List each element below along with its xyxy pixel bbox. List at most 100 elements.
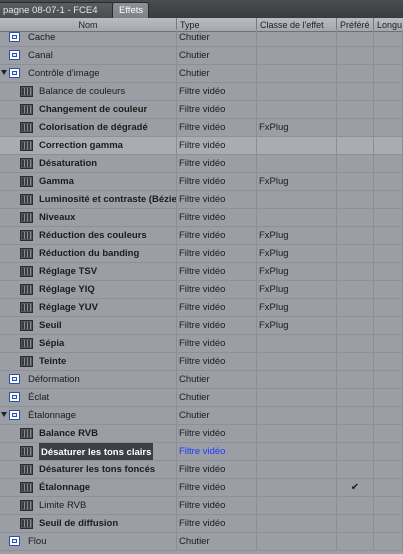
item-name-cell: Réglage YUV <box>0 299 177 316</box>
item-length-cell <box>374 317 403 334</box>
item-favorite-cell[interactable] <box>337 83 374 100</box>
tab-project[interactable]: pagne 08-07-1 - FCE4 <box>0 2 114 18</box>
item-favorite-cell[interactable] <box>337 533 374 550</box>
item-label: Limite RVB <box>39 500 87 511</box>
video-filter-icon <box>20 356 33 367</box>
item-favorite-cell[interactable] <box>337 389 374 406</box>
tab-effects[interactable]: Effets <box>112 2 149 18</box>
item-favorite-cell[interactable] <box>337 101 374 118</box>
list-item[interactable]: Réduction du banding Filtre vidéo FxPlug <box>0 245 403 263</box>
item-favorite-cell[interactable]: ✔ <box>337 479 374 496</box>
bin-icon <box>9 392 20 402</box>
disclosure-triangle-icon[interactable] <box>1 70 7 75</box>
list-item[interactable]: Limite RVB Filtre vidéo <box>0 497 403 515</box>
list-item[interactable]: Flou Chutier <box>0 533 403 551</box>
item-favorite-cell[interactable] <box>337 317 374 334</box>
item-effect-class-cell <box>257 371 337 388</box>
list-item[interactable]: Désaturation Filtre vidéo <box>0 155 403 173</box>
item-label: Désaturer les tons foncés <box>39 464 156 475</box>
list-item[interactable]: Teinte Filtre vidéo <box>0 353 403 371</box>
item-favorite-cell[interactable] <box>337 227 374 244</box>
item-favorite-cell[interactable] <box>337 371 374 388</box>
item-favorite-cell[interactable] <box>337 209 374 226</box>
item-type-cell: Filtre vidéo <box>177 317 257 334</box>
item-favorite-cell[interactable] <box>337 353 374 370</box>
item-type-cell: Chutier <box>177 47 257 64</box>
bin-icon <box>9 50 20 60</box>
video-filter-icon <box>20 212 33 223</box>
list-item[interactable]: Désaturer les tons foncés Filtre vidéo <box>0 461 403 479</box>
list-item[interactable]: Canal Chutier <box>0 47 403 65</box>
item-name-cell: Changement de couleur <box>0 101 177 118</box>
list-item[interactable]: Réglage YUV Filtre vidéo FxPlug <box>0 299 403 317</box>
item-favorite-cell[interactable] <box>337 335 374 352</box>
list-item[interactable]: Niveaux Filtre vidéo <box>0 209 403 227</box>
item-favorite-cell[interactable] <box>337 155 374 172</box>
list-item[interactable]: Cache Chutier <box>0 29 403 47</box>
list-item[interactable]: Sépia Filtre vidéo <box>0 335 403 353</box>
item-type-cell: Filtre vidéo <box>177 263 257 280</box>
list-item[interactable]: Seuil de diffusion Filtre vidéo <box>0 515 403 533</box>
item-favorite-cell[interactable] <box>337 263 374 280</box>
item-effect-class-cell <box>257 155 337 172</box>
list-item[interactable]: Gamma Filtre vidéo FxPlug <box>0 173 403 191</box>
video-filter-icon <box>20 176 33 187</box>
item-type-cell: Filtre vidéo <box>177 155 257 172</box>
item-label: Désaturation <box>39 158 98 169</box>
list-item[interactable]: Réduction des couleurs Filtre vidéo FxPlug <box>0 227 403 245</box>
item-label: Réduction du banding <box>39 248 140 259</box>
item-favorite-cell[interactable] <box>337 29 374 46</box>
list-item[interactable]: Contrôle d'image Chutier <box>0 65 403 83</box>
item-type-cell: Filtre vidéo <box>177 227 257 244</box>
item-favorite-cell[interactable] <box>337 515 374 532</box>
item-favorite-cell[interactable] <box>337 191 374 208</box>
list-item[interactable]: Éclat Chutier <box>0 389 403 407</box>
item-label: Balance RVB <box>39 428 98 439</box>
item-favorite-cell[interactable] <box>337 299 374 316</box>
item-favorite-cell[interactable] <box>337 173 374 190</box>
item-length-cell <box>374 371 403 388</box>
list-item[interactable]: Étalonnage Chutier <box>0 407 403 425</box>
item-type-cell: Filtre vidéo <box>177 299 257 316</box>
item-length-cell <box>374 155 403 172</box>
item-label: Balance de couleurs <box>39 86 126 97</box>
video-filter-icon <box>20 194 33 205</box>
list-item[interactable]: Luminosité et contraste (Bézie Filtre vid… <box>0 191 403 209</box>
item-label: Luminosité et contraste (Bézie <box>39 194 177 205</box>
list-item[interactable]: Balance RVB Filtre vidéo <box>0 425 403 443</box>
item-favorite-cell[interactable] <box>337 281 374 298</box>
item-favorite-cell[interactable] <box>337 461 374 478</box>
list-item[interactable]: Colorisation de dégradé Filtre vidéo FxPlu… <box>0 119 403 137</box>
item-effect-class-cell <box>257 389 337 406</box>
list-item[interactable]: Réglage YIQ Filtre vidéo FxPlug <box>0 281 403 299</box>
list-item[interactable]: Étalonnage Filtre vidéo ✔ <box>0 479 403 497</box>
item-name-cell: Luminosité et contraste (Bézie <box>0 191 177 208</box>
disclosure-triangle-icon[interactable] <box>1 412 7 417</box>
list-item[interactable]: Réglage TSV Filtre vidéo FxPlug <box>0 263 403 281</box>
item-favorite-cell[interactable] <box>337 65 374 82</box>
item-length-cell <box>374 173 403 190</box>
item-favorite-cell[interactable] <box>337 245 374 262</box>
item-favorite-cell[interactable] <box>337 443 374 460</box>
item-label: Sépia <box>39 338 65 349</box>
list-item[interactable]: Seuil Filtre vidéo FxPlug <box>0 317 403 335</box>
item-name-cell: Flou <box>0 533 177 550</box>
tab-bar: pagne 08-07-1 - FCE4 Effets <box>0 0 403 18</box>
item-favorite-cell[interactable] <box>337 407 374 424</box>
list-item[interactable]: Correction gamma Filtre vidéo <box>0 137 403 155</box>
video-filter-icon <box>20 500 33 511</box>
list-item[interactable]: Désaturer les tons clairs Filtre vidéo <box>0 443 403 461</box>
item-length-cell <box>374 209 403 226</box>
list-item[interactable]: Déformation Chutier <box>0 371 403 389</box>
item-favorite-cell[interactable] <box>337 119 374 136</box>
item-type-cell: Filtre vidéo <box>177 425 257 442</box>
item-favorite-cell[interactable] <box>337 425 374 442</box>
item-favorite-cell[interactable] <box>337 497 374 514</box>
item-favorite-cell[interactable] <box>337 137 374 154</box>
item-label: Flou <box>28 536 47 547</box>
item-effect-class-cell <box>257 29 337 46</box>
list-item[interactable]: Balance de couleurs Filtre vidéo <box>0 83 403 101</box>
item-favorite-cell[interactable] <box>337 47 374 64</box>
video-filter-icon <box>20 158 33 169</box>
list-item[interactable]: Changement de couleur Filtre vidéo <box>0 101 403 119</box>
